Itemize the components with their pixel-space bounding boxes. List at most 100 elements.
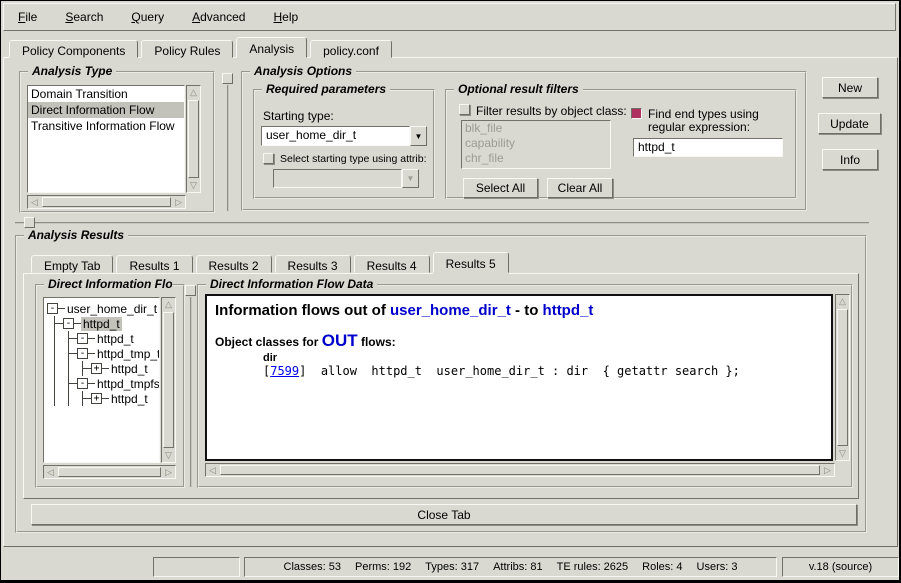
- chevron-down-icon[interactable]: ▼: [410, 126, 427, 146]
- scroll-down-icon[interactable]: ▽: [836, 447, 849, 460]
- tab-results-1[interactable]: Results 1: [116, 255, 192, 273]
- flow-data-label: Direct Information Flow Data: [206, 277, 377, 291]
- scrollbar-thumb[interactable]: [837, 309, 848, 446]
- stat-roles: Roles: 4: [642, 561, 682, 573]
- scroll-right-icon[interactable]: ▷: [162, 466, 175, 478]
- analysis-options-label: Analysis Options: [250, 64, 356, 78]
- regex-checkbox-row[interactable]: Find end types using regular expression:: [631, 108, 791, 134]
- tab-empty-tab[interactable]: Empty Tab: [31, 255, 113, 273]
- tab-results-5[interactable]: Results 5: [433, 252, 509, 273]
- tree-expander-icon[interactable]: -: [77, 348, 88, 359]
- regex-input-wrap: httpd_t: [633, 138, 783, 157]
- analysis-type-item-transitive-information-flow[interactable]: Transitive Information Flow: [28, 118, 184, 134]
- tab-policy-conf[interactable]: policy.conf: [310, 40, 392, 58]
- stat-te-rules: TE rules: 2625: [557, 561, 629, 573]
- info-button[interactable]: Info: [822, 149, 878, 170]
- scroll-left-icon[interactable]: ◁: [206, 464, 219, 476]
- tab-results-3[interactable]: Results 3: [275, 255, 351, 273]
- scrollbar-thumb[interactable]: [163, 312, 174, 448]
- flow-data-hscrollbar[interactable]: ◁ ▷: [205, 463, 835, 477]
- scroll-right-icon[interactable]: ▷: [172, 196, 185, 208]
- tree-expander-icon[interactable]: +: [91, 393, 102, 404]
- tab-policy-components[interactable]: Policy Components: [9, 40, 138, 58]
- tree-node-label[interactable]: httpd_t: [109, 362, 150, 376]
- object-class-name: dir: [215, 352, 831, 364]
- flow-data-textarea[interactable]: Information flows out of user_home_dir_t…: [205, 294, 833, 461]
- rule-number-link[interactable]: 7599: [270, 364, 299, 378]
- tree-node-label[interactable]: httpd_t: [81, 317, 122, 331]
- clear-all-button[interactable]: Clear All: [547, 178, 613, 198]
- attrib-checkbox-row[interactable]: Select starting type using attrib:: [263, 153, 429, 165]
- update-button[interactable]: Update: [818, 113, 881, 134]
- tree-row[interactable]: - httpd_tmp_t: [69, 346, 159, 361]
- object-class-listbox: blk_file capability chr_file: [461, 120, 611, 169]
- tree-row[interactable]: + httpd_t: [83, 361, 159, 376]
- tree-expander-icon[interactable]: -: [77, 378, 88, 389]
- flow-tree-vscrollbar[interactable]: △ ▽: [161, 297, 176, 463]
- menu-file[interactable]: File: [8, 7, 47, 27]
- tree-row[interactable]: - httpd_tmpfs_t: [69, 376, 159, 391]
- scroll-left-icon[interactable]: ◁: [28, 196, 41, 208]
- scrollbar-thumb[interactable]: [188, 100, 199, 178]
- scroll-up-icon[interactable]: △: [187, 86, 200, 99]
- menu-advanced[interactable]: Advanced: [182, 7, 255, 27]
- object-class-item: chr_file: [462, 151, 610, 166]
- menu-search[interactable]: Search: [55, 7, 113, 27]
- tab-results-4[interactable]: Results 4: [354, 255, 430, 273]
- tab-results-2[interactable]: Results 2: [196, 255, 272, 273]
- tree-node-label[interactable]: user_home_dir_t: [65, 302, 159, 316]
- tree-node-label[interactable]: httpd_tmp_t: [95, 347, 160, 361]
- tab-analysis[interactable]: Analysis: [236, 37, 307, 58]
- scroll-down-icon[interactable]: ▽: [187, 179, 200, 192]
- results-sash-handle[interactable]: [24, 217, 35, 228]
- scrollbar-thumb[interactable]: [42, 197, 171, 207]
- close-tab-button[interactable]: Close Tab: [31, 504, 857, 525]
- object-class-checkbox[interactable]: [459, 104, 470, 115]
- tree-row[interactable]: + httpd_t: [83, 391, 159, 406]
- scrollbar-thumb[interactable]: [220, 465, 820, 475]
- scroll-up-icon[interactable]: △: [836, 295, 849, 308]
- tree-expander-icon[interactable]: -: [63, 318, 74, 329]
- pane-sash-handle[interactable]: [222, 73, 233, 84]
- tree-node-label[interactable]: httpd_t: [95, 332, 136, 346]
- attrib-checkbox-label[interactable]: Select starting type using attrib:: [280, 153, 427, 165]
- attrib-checkbox[interactable]: [263, 153, 274, 164]
- tree-data-sash-line: [190, 297, 192, 487]
- tree-expander-icon[interactable]: -: [77, 333, 88, 344]
- tree-row[interactable]: - user_home_dir_t: [47, 301, 159, 316]
- tree-node-label[interactable]: httpd_tmpfs_t: [95, 377, 160, 391]
- select-all-button[interactable]: Select All: [463, 178, 538, 198]
- analysis-results-label: Analysis Results: [24, 228, 128, 242]
- regex-checkbox-label[interactable]: Find end types using regular expression:: [648, 108, 791, 134]
- starting-type-value[interactable]: user_home_dir_t: [261, 126, 410, 146]
- tree-expander-icon[interactable]: +: [91, 363, 102, 374]
- status-bar: Classes: 53 Perms: 192 Types: 317 Attrib…: [3, 551, 896, 580]
- new-button[interactable]: New: [822, 77, 878, 98]
- tree-data-sash-handle[interactable]: [185, 285, 196, 296]
- tree-node-label[interactable]: httpd_t: [109, 392, 150, 406]
- menu-query[interactable]: Query: [121, 7, 174, 27]
- analysis-type-item-direct-information-flow[interactable]: Direct Information Flow: [28, 102, 184, 118]
- results-sash-line: [15, 222, 869, 224]
- scroll-up-icon[interactable]: △: [162, 298, 175, 311]
- tree-row[interactable]: - httpd_t: [55, 316, 159, 331]
- scroll-left-icon[interactable]: ◁: [44, 466, 57, 478]
- flow-data-vscrollbar[interactable]: △ ▽: [835, 294, 850, 461]
- analysis-type-item-domain-transition[interactable]: Domain Transition: [28, 86, 184, 102]
- tree-row[interactable]: - httpd_t: [69, 331, 159, 346]
- tab-policy-rules[interactable]: Policy Rules: [141, 40, 233, 58]
- analysis-type-hscrollbar[interactable]: ◁ ▷: [27, 195, 186, 209]
- object-class-checkbox-label[interactable]: Filter results by object class:: [476, 104, 627, 118]
- flow-tree-hscrollbar[interactable]: ◁ ▷: [43, 465, 176, 479]
- stat-perms: Perms: 192: [355, 561, 411, 573]
- scrollbar-thumb[interactable]: [58, 467, 161, 477]
- scroll-down-icon[interactable]: ▽: [162, 449, 175, 462]
- menu-help[interactable]: Help: [263, 7, 308, 27]
- regex-checkbox[interactable]: [631, 108, 642, 119]
- scroll-right-icon[interactable]: ▷: [821, 464, 834, 476]
- tree-expander-icon[interactable]: -: [47, 303, 58, 314]
- object-class-checkbox-row[interactable]: Filter results by object class:: [459, 104, 627, 118]
- regex-input[interactable]: httpd_t: [633, 138, 783, 157]
- analysis-type-vscrollbar[interactable]: △ ▽: [186, 85, 201, 193]
- starting-type-combobox[interactable]: user_home_dir_t ▼: [261, 126, 427, 146]
